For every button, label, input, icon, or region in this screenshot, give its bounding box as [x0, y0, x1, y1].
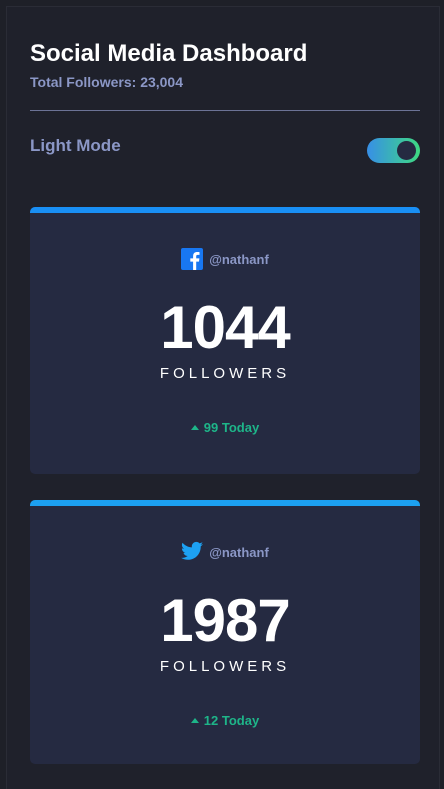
twitter-card[interactable]: @nathanf 1987 FOLLOWERS 12 Today: [30, 500, 420, 764]
followers-label: FOLLOWERS: [159, 658, 291, 675]
card-accent-bar: [30, 207, 420, 213]
daily-change-text: 12 Today: [203, 713, 260, 728]
up-arrow-icon: [190, 718, 199, 723]
followers-label: FOLLOWERS: [159, 365, 291, 382]
facebook-card[interactable]: @nathanf 1044 FOLLOWERS 99 Today: [30, 207, 420, 474]
mode-row: Light Mode: [30, 134, 420, 166]
page-title: Social Media Dashboard: [30, 40, 308, 67]
follower-count: 1987: [160, 587, 290, 654]
up-arrow-icon: [190, 425, 199, 430]
handle-text: @nathanf: [209, 251, 269, 267]
light-mode-toggle[interactable]: [367, 138, 420, 163]
facebook-icon: [181, 248, 204, 270]
mode-label: Light Mode: [30, 136, 121, 155]
header: Social Media Dashboard Total Followers: …: [30, 40, 420, 90]
divider: [30, 110, 420, 111]
total-followers: Total Followers: 23,004: [30, 74, 184, 90]
follower-count: 1044: [160, 294, 290, 361]
twitter-icon: [181, 541, 204, 563]
daily-change-text: 99 Today: [203, 420, 260, 435]
daily-change: 12 Today: [30, 713, 420, 728]
toggle-knob: [397, 141, 416, 160]
handle-row: @nathanf: [30, 540, 420, 564]
handle-text: @nathanf: [209, 544, 269, 560]
daily-change: 99 Today: [30, 420, 420, 435]
handle-row: @nathanf: [30, 247, 420, 271]
card-accent-bar: [30, 500, 420, 506]
